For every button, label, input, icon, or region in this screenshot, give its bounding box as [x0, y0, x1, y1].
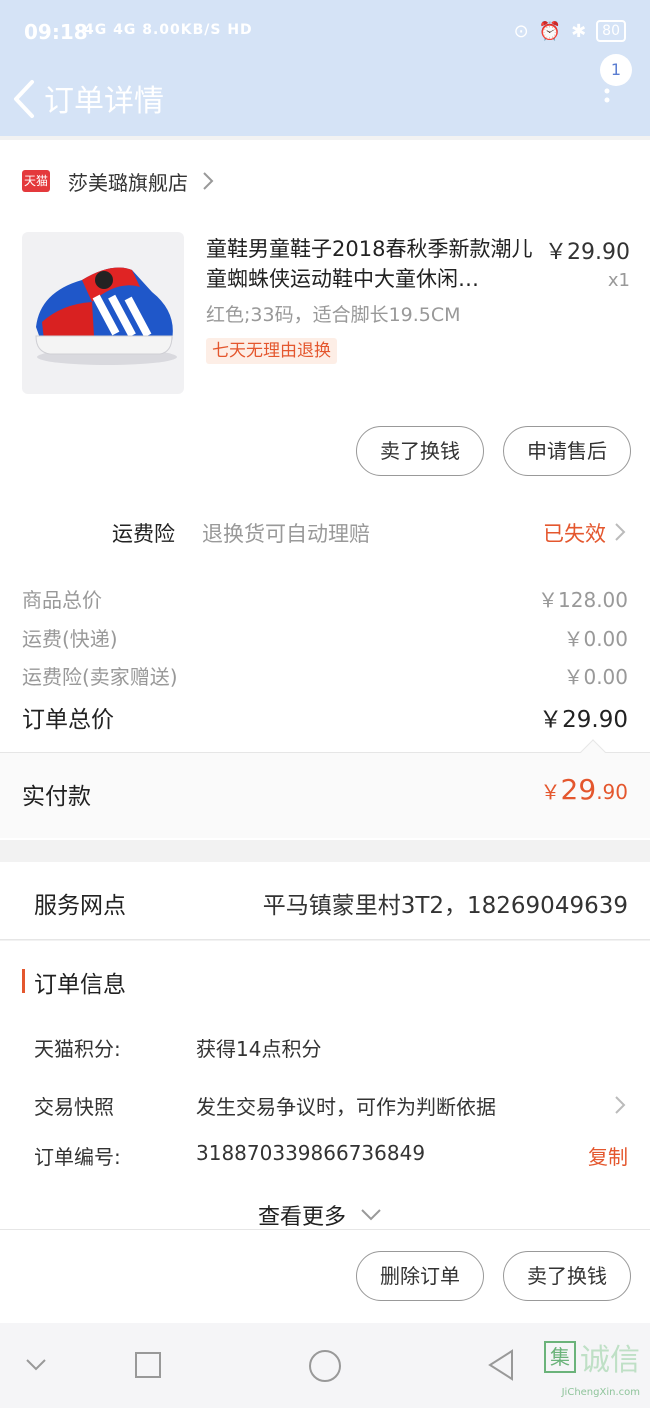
- sell-button[interactable]: 卖了换钱: [356, 426, 484, 476]
- shipping-insurance-label: 运费险: [112, 522, 175, 546]
- order-info-section: 订单信息 天猫积分: 获得14点积分 交易快照 发生交易争议时，可作为判断依据 …: [0, 941, 650, 1231]
- notification-badge[interactable]: 1: [600, 54, 632, 86]
- status-time: 09:18: [24, 20, 88, 44]
- network-indicator: 4G 4G 8.00KB/S HD: [84, 22, 253, 38]
- paid-amount-row: 实付款 ￥29.90: [0, 739, 650, 838]
- cost-row-goods: 商品总价 ￥128.00: [22, 584, 628, 616]
- product-quantity: x1: [607, 270, 630, 291]
- back-nav-icon[interactable]: [486, 1349, 516, 1381]
- status-bar: 09:18 4G 4G 8.00KB/S HD ⊙ ⏰ ✱ 80: [0, 0, 650, 66]
- product-price: ￥29.90: [545, 240, 630, 265]
- back-icon[interactable]: [10, 74, 40, 124]
- service-point-value: 平马镇蒙里村3T2，18269049639: [262, 893, 628, 919]
- view-more-button[interactable]: 查看更多: [258, 1199, 382, 1231]
- section-accent-bar: [22, 969, 25, 993]
- product-image[interactable]: [22, 232, 184, 394]
- delete-order-button[interactable]: 删除订单: [356, 1251, 484, 1301]
- pointer-notch: [580, 739, 606, 765]
- bluetooth-icon: ✱: [571, 20, 587, 42]
- info-row-snapshot[interactable]: 交易快照 发生交易争议时，可作为判断依据: [34, 1091, 628, 1121]
- return-policy-tag: 七天无理由退换: [206, 338, 337, 364]
- info-row-order-number: 订单编号: 318870339866736849 复制: [34, 1141, 628, 1171]
- product-title[interactable]: 童鞋男童鞋子2018春秋季新款潮儿童蜘蛛侠运动鞋中大童休闲…: [206, 234, 536, 294]
- cost-row-insurance: 运费险(卖家赠送) ￥0.00: [22, 661, 628, 693]
- alarm-icon: ⏰: [538, 20, 562, 42]
- info-row-points: 天猫积分: 获得14点积分: [34, 1033, 628, 1063]
- header: 订单详情: [0, 66, 650, 136]
- store-link[interactable]: 天猫 莎美璐旗舰店: [22, 166, 214, 196]
- view-more-label: 查看更多: [258, 1205, 347, 1230]
- service-point-label: 服务网点: [34, 893, 126, 919]
- chevron-right-icon: [203, 172, 214, 190]
- info-value: 获得14点积分: [196, 1037, 322, 1061]
- watermark-text: 诚信: [580, 1343, 640, 1378]
- sneaker-icon: [35, 267, 177, 365]
- more-icon[interactable]: [601, 88, 613, 108]
- after-sale-button[interactable]: 申请售后: [503, 426, 631, 476]
- sell-button-footer[interactable]: 卖了换钱: [503, 1251, 631, 1301]
- info-key: 天猫积分:: [34, 1037, 121, 1061]
- product-spec: 红色;33码，适合脚长19.5CM: [206, 304, 461, 326]
- order-card: 天猫 莎美璐旗舰店 童鞋男童鞋子2018春秋季新款潮儿童蜘蛛侠运动鞋中大童休闲……: [0, 140, 650, 840]
- shipping-insurance-row[interactable]: 运费险 退换货可自动理赔 已失效: [0, 510, 650, 554]
- order-number: 318870339866736849: [196, 1141, 426, 1165]
- watermark-logo: 集: [544, 1341, 576, 1373]
- paid-currency: ￥: [540, 780, 561, 804]
- service-point-row: 服务网点 平马镇蒙里村3T2，18269049639: [0, 862, 650, 940]
- info-key: 订单编号:: [34, 1145, 121, 1169]
- info-key: 交易快照: [34, 1095, 114, 1119]
- paid-amount: ￥29.90: [541, 773, 628, 806]
- copy-button[interactable]: 复制: [588, 1141, 628, 1170]
- chevron-down-icon: [361, 1209, 381, 1221]
- shipping-insurance-status: 已失效: [543, 522, 606, 546]
- order-total-value: ￥29.90: [539, 707, 628, 733]
- home-icon[interactable]: [308, 1349, 342, 1383]
- page-title: 订单详情: [44, 84, 164, 119]
- cost-label: 运费(快递): [22, 627, 118, 651]
- cost-value: ￥0.00: [563, 665, 628, 689]
- footer-actions: 删除订单 卖了换钱: [0, 1229, 650, 1323]
- chevron-right-icon: [615, 1096, 626, 1114]
- system-nav-bar: 集 诚信 JiChengXin.com: [0, 1323, 650, 1408]
- order-total-label: 订单总价: [22, 707, 114, 733]
- cost-row-shipping: 运费(快递) ￥0.00: [22, 623, 628, 655]
- cost-value: ￥0.00: [563, 627, 628, 651]
- paid-decimal: .90: [596, 780, 628, 804]
- watermark-url: JiChengXin.com: [561, 1387, 640, 1398]
- recent-apps-icon[interactable]: [134, 1351, 162, 1379]
- paid-integer: 29: [560, 773, 597, 806]
- shipping-insurance-description: 退换货可自动理赔: [202, 522, 370, 546]
- cost-label: 运费险(卖家赠送): [22, 665, 178, 689]
- battery-icon: 80: [596, 20, 626, 42]
- lock-icon: ⊙: [513, 20, 529, 42]
- hide-nav-icon[interactable]: [24, 1357, 48, 1373]
- status-icons: ⊙ ⏰ ✱ 80: [514, 20, 626, 42]
- paid-label: 实付款: [22, 784, 91, 810]
- order-info-heading: 订单信息: [34, 972, 126, 998]
- watermark: 集 诚信 JiChengXin.com: [544, 1335, 640, 1398]
- cost-value: ￥128.00: [538, 588, 628, 612]
- cost-label: 商品总价: [22, 588, 102, 612]
- tmall-logo-icon: 天猫: [22, 170, 50, 192]
- info-value: 发生交易争议时，可作为判断依据: [196, 1095, 496, 1119]
- chevron-right-icon: [615, 523, 626, 541]
- order-total-row: 订单总价 ￥29.90: [22, 700, 628, 733]
- store-name: 莎美璐旗舰店: [68, 170, 188, 195]
